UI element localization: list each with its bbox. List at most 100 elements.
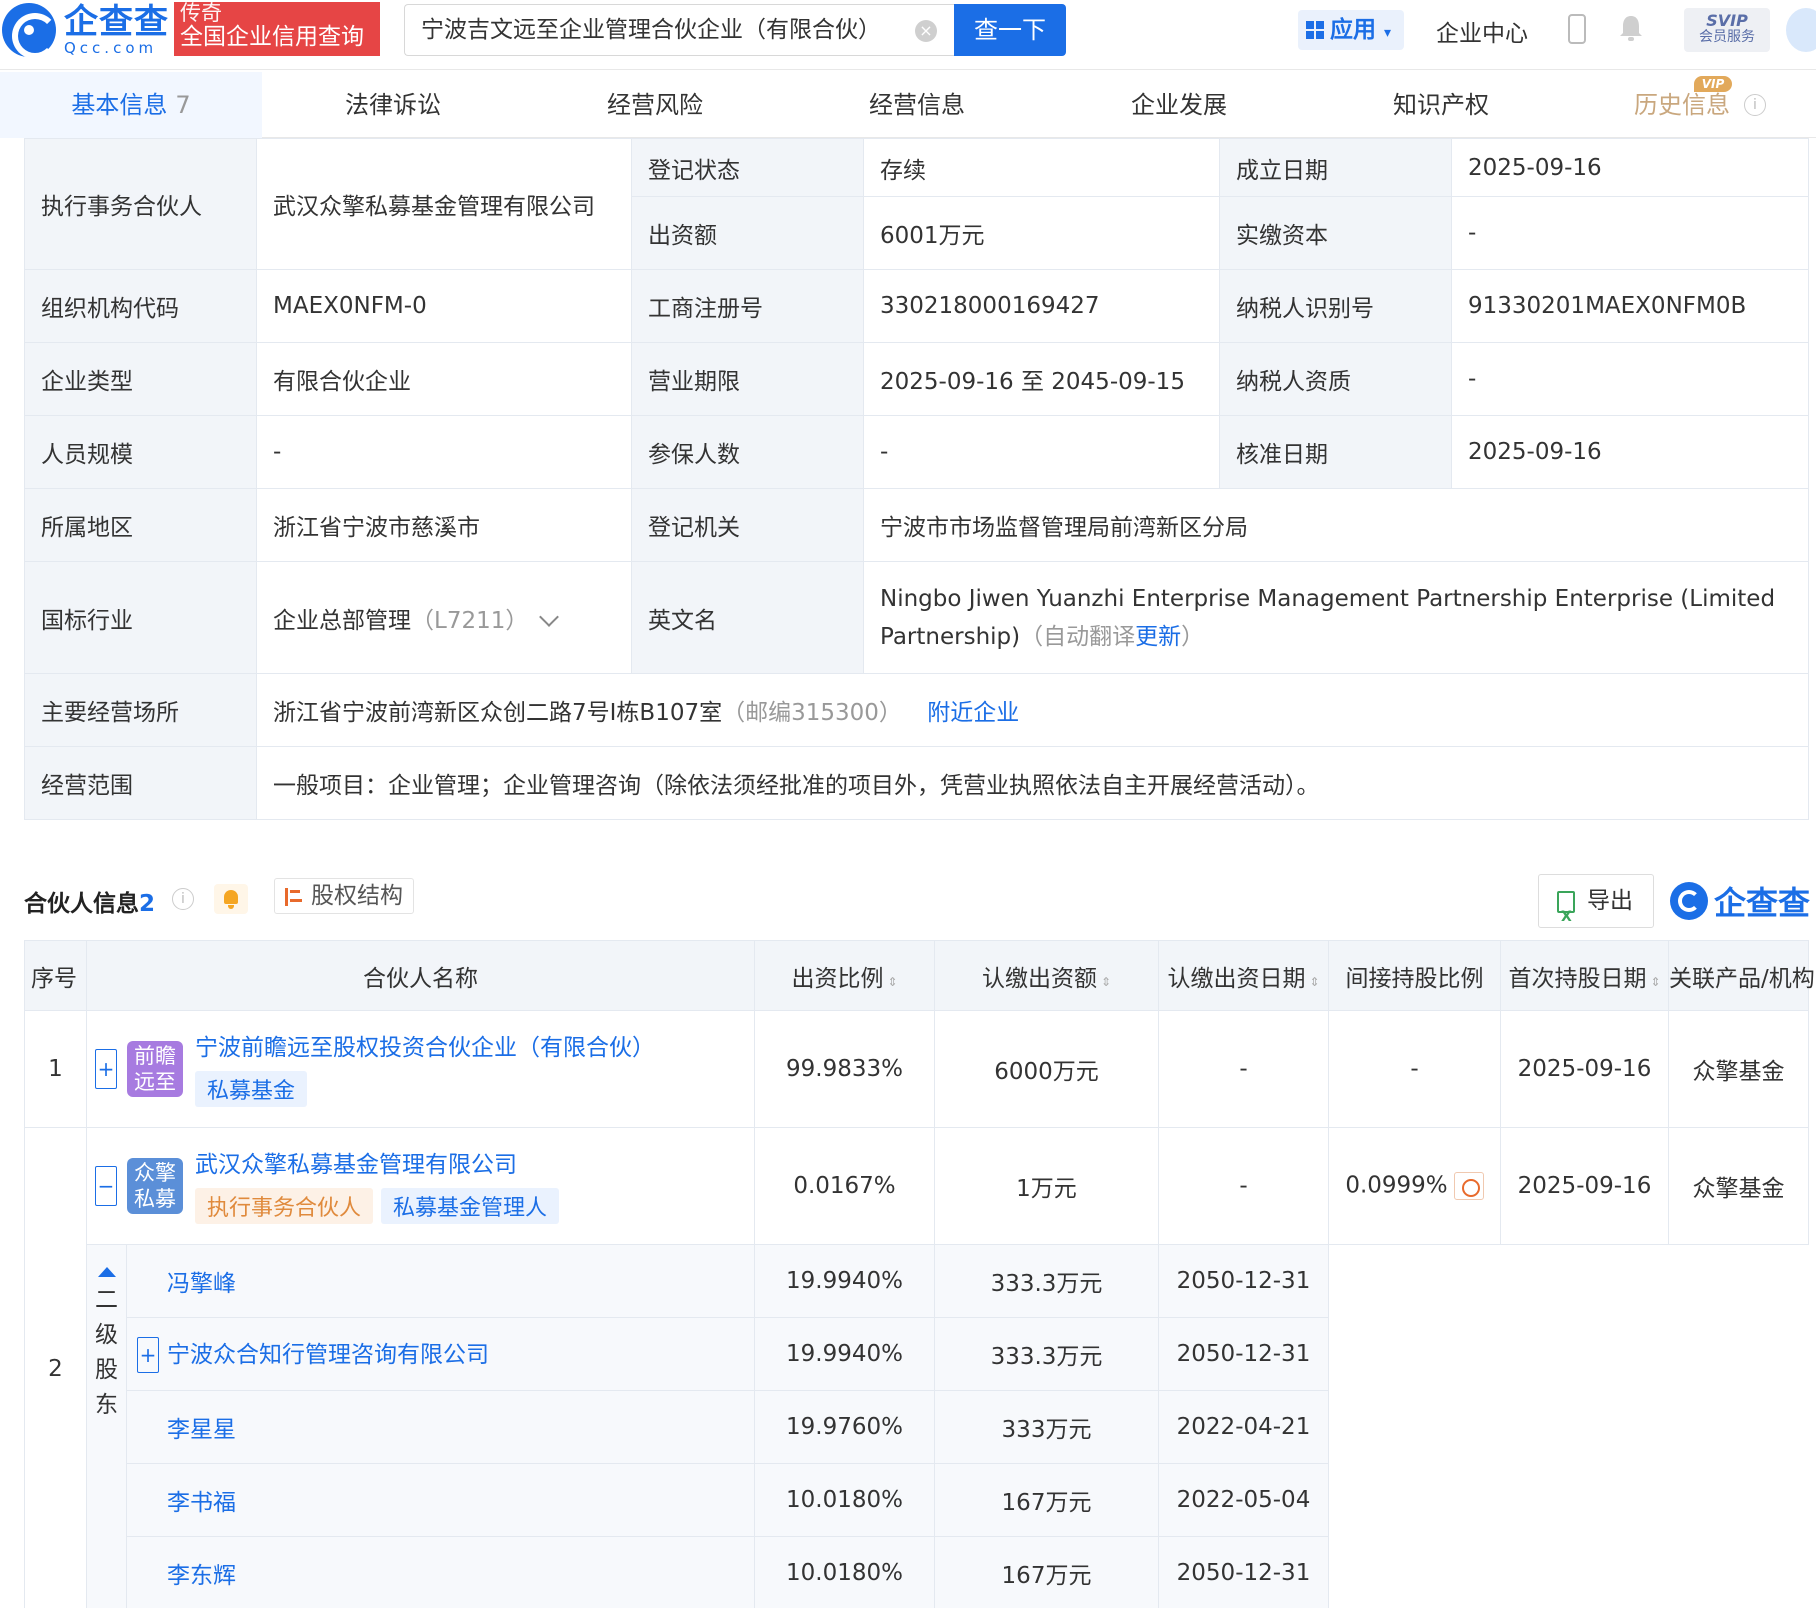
- sub-amount: 167万元: [934, 1463, 1159, 1537]
- partners-table: 序号 合伙人名称 出资比例 ⇕ 认缴出资额 ⇕ 认缴出资日期 ⇕ 间接持股比例 首次持…: [24, 940, 1815, 1608]
- info-key: 经营范围: [24, 746, 257, 820]
- executive-partner-link[interactable]: 武汉众擎私募基金管理有限公司: [256, 138, 632, 270]
- grid-icon: [1306, 21, 1324, 39]
- partner-name-link[interactable]: 武汉众擎私募基金管理有限公司: [195, 1148, 567, 1182]
- monitor-bell-icon[interactable]: [214, 884, 248, 914]
- notification-bell-icon[interactable]: [1618, 14, 1644, 42]
- fund-tag[interactable]: 私募基金: [195, 1071, 308, 1107]
- promo-banner[interactable]: 传奇 全国企业信用查询: [174, 1, 380, 56]
- penetration-icon[interactable]: [1453, 1172, 1484, 1200]
- info-key: 工商注册号: [631, 269, 864, 343]
- address-cell: 浙江省宁波前湾新区众创二路7号I栋B107室（邮编315300） 附近企业: [256, 673, 1809, 747]
- col-product: 关联产品/机构: [1668, 940, 1815, 1011]
- info-icon[interactable]: i: [172, 888, 194, 910]
- banner-line2: 全国企业信用查询: [180, 24, 364, 51]
- nearby-companies-link[interactable]: 附近企业: [927, 700, 1019, 726]
- shareholder-name-link[interactable]: 宁波众合知行管理咨询有限公司: [167, 1342, 489, 1368]
- col-ratio-label: 出资比例: [791, 965, 884, 992]
- business-scope: 一般项目：企业管理；企业管理咨询（除依法须经批准的项目外，凭营业执照依法自主开展…: [256, 746, 1809, 820]
- row-index: 1: [24, 1010, 87, 1128]
- info-key: 英文名: [631, 561, 864, 674]
- collapse-up-icon[interactable]: [97, 1267, 116, 1277]
- mobile-icon[interactable]: [1568, 14, 1586, 44]
- col-first-date[interactable]: 首次持股日期 ⇕: [1500, 940, 1669, 1011]
- clear-search-icon[interactable]: ×: [915, 20, 937, 42]
- site-logo[interactable]: 企查查 Qcc.com: [0, 0, 169, 60]
- info-value: 有限合伙企业: [256, 342, 632, 416]
- info-key: 登记状态: [631, 138, 864, 197]
- partners-title: 合伙人信息2: [24, 884, 155, 918]
- partner-name-cell: + 前瞻远至 宁波前瞻远至股权投资合伙企业（有限合伙） 私募基金: [86, 1010, 755, 1128]
- equity-label: 股权结构: [311, 883, 403, 909]
- structure-icon: [285, 888, 303, 906]
- export-button[interactable]: 导出: [1538, 874, 1654, 943]
- related-product-link[interactable]: 众擎基金: [1668, 1010, 1809, 1128]
- shareholder-name-link[interactable]: 冯擎峰: [167, 1271, 236, 1297]
- collapse-icon[interactable]: −: [95, 1166, 117, 1206]
- row-index: 2: [24, 1127, 87, 1608]
- top-bar: 企查查 Qcc.com 传奇 全国企业信用查询 宁波吉文远至企业管理合伙企业（有…: [0, 0, 1816, 70]
- info-key: 国标行业: [24, 561, 257, 674]
- col-amount[interactable]: 认缴出资额 ⇕: [934, 940, 1159, 1011]
- sub-ratio: 10.0180%: [754, 1536, 935, 1608]
- info-key: 组织机构代码: [24, 269, 257, 343]
- equity-structure-button[interactable]: 股权结构: [274, 878, 414, 914]
- fund-manager-tag[interactable]: 私募基金管理人: [381, 1188, 560, 1224]
- search-button[interactable]: 查一下: [954, 4, 1066, 56]
- sub-amount: 167万元: [934, 1536, 1159, 1608]
- second-level-label-cell[interactable]: 二级股东: [86, 1244, 127, 1608]
- sub-date: 2022-04-21: [1158, 1390, 1329, 1464]
- info-key: 实缴资本: [1219, 196, 1452, 270]
- tab-development[interactable]: 企业发展: [1048, 72, 1310, 138]
- col-ratio[interactable]: 出资比例 ⇕: [754, 940, 935, 1011]
- shareholder-name-link[interactable]: 李书福: [167, 1490, 236, 1516]
- sub-name-cell: 李东辉: [126, 1536, 755, 1608]
- shareholder-name-link[interactable]: 李星星: [167, 1417, 236, 1443]
- apps-menu-button[interactable]: 应用 ▾: [1298, 10, 1404, 50]
- partner-name-link[interactable]: 宁波前瞻远至股权投资合伙企业（有限合伙）: [195, 1031, 655, 1065]
- related-product-link[interactable]: 众擎基金: [1668, 1127, 1809, 1245]
- expand-icon[interactable]: +: [95, 1049, 117, 1089]
- info-icon[interactable]: i: [1744, 94, 1766, 116]
- search-input[interactable]: 宁波吉文远至企业管理合伙企业（有限合伙）: [404, 4, 954, 56]
- company-logo: 众擎私募: [127, 1158, 183, 1214]
- info-value: 2025-09-16 至 2045-09-15: [863, 342, 1220, 416]
- tab-ip[interactable]: 知识产权: [1310, 72, 1572, 138]
- first-date-value: 2025-09-16: [1500, 1010, 1669, 1128]
- info-value: 2025-09-16: [1451, 138, 1809, 197]
- tab-basic-info[interactable]: 基本信息 7: [0, 72, 262, 138]
- tab-legal[interactable]: 法律诉讼: [262, 72, 524, 138]
- info-value: 2025-09-16: [1451, 415, 1809, 489]
- sort-icon: ⇕: [1650, 974, 1661, 989]
- tab-operation[interactable]: 经营信息: [786, 72, 1048, 138]
- table-row: 1 + 前瞻远至 宁波前瞻远至股权投资合伙企业（有限合伙） 私募基金 99.98…: [24, 1010, 1809, 1128]
- second-level-label: 二级股东: [95, 1287, 118, 1418]
- sub-name-cell: + 宁波众合知行管理咨询有限公司: [126, 1317, 755, 1391]
- info-key: 参保人数: [631, 415, 864, 489]
- enterprise-center-link[interactable]: 企业中心: [1436, 14, 1528, 48]
- col-indirect: 间接持股比例: [1328, 940, 1501, 1011]
- col-date-label: 认缴出资日期: [1167, 965, 1306, 992]
- sub-date: 2050-12-31: [1158, 1244, 1329, 1318]
- col-date[interactable]: 认缴出资日期 ⇕: [1158, 940, 1329, 1011]
- shareholder-name-link[interactable]: 李东辉: [167, 1563, 236, 1589]
- sub-ratio: 19.9940%: [754, 1244, 935, 1318]
- tab-risk[interactable]: 经营风险: [524, 72, 786, 138]
- sub-name-cell: 李星星: [126, 1390, 755, 1464]
- banner-line1: 传奇: [180, 1, 222, 25]
- sub-date: 2050-12-31: [1158, 1317, 1329, 1391]
- expand-icon[interactable]: +: [137, 1337, 159, 1373]
- empty-area: [1328, 1244, 1809, 1608]
- info-value: 存续: [863, 138, 1220, 197]
- chevron-down-icon[interactable]: [539, 606, 560, 627]
- partner-name-cell: − 众擎私募 武汉众擎私募基金管理有限公司 执行事务合伙人 私募基金管理人: [86, 1127, 755, 1245]
- logo-icon: [1670, 882, 1708, 920]
- industry-cell[interactable]: 企业总部管理（L7211）: [256, 561, 632, 674]
- info-key: 出资额: [631, 196, 864, 270]
- info-key: 核准日期: [1219, 415, 1452, 489]
- user-avatar[interactable]: [1786, 8, 1816, 52]
- update-translation-link[interactable]: 更新: [1135, 624, 1181, 650]
- info-value: 91330201MAEX0NFM0B: [1451, 269, 1809, 343]
- svip-badge[interactable]: SVIP 会员服务: [1684, 8, 1770, 52]
- info-value: -: [256, 415, 632, 489]
